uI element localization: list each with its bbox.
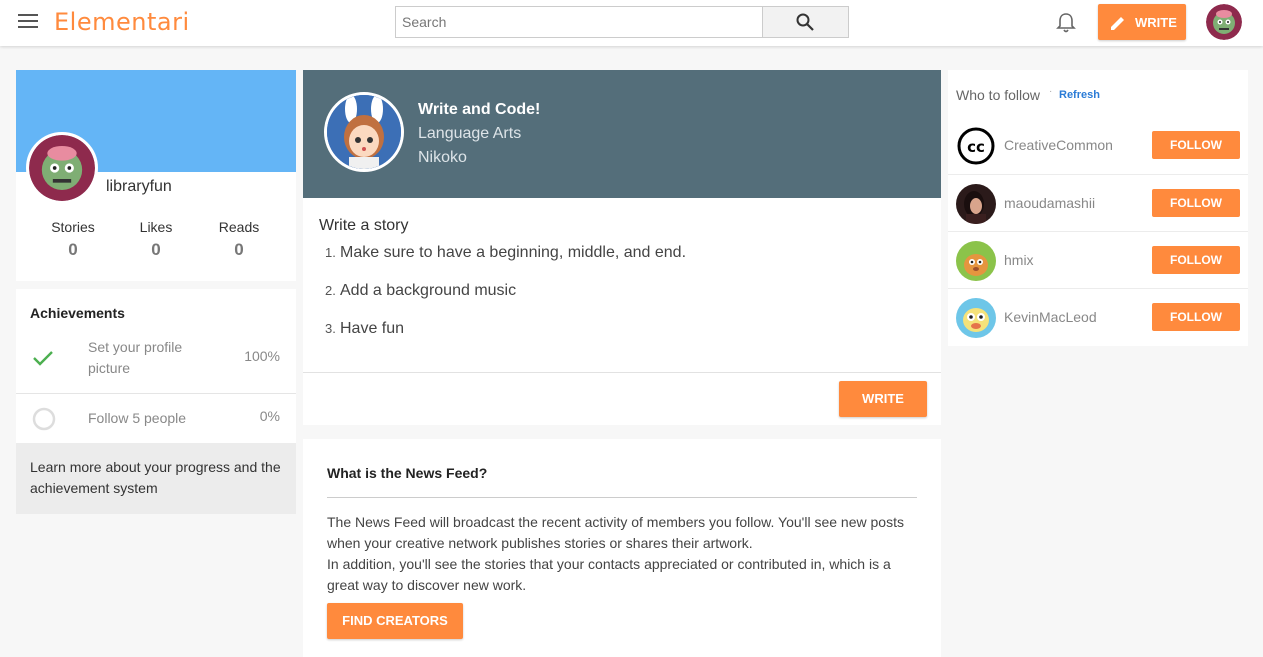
- follow-button[interactable]: FOLLOW: [1152, 246, 1240, 274]
- stat-likes: Likes 0: [116, 219, 196, 260]
- stat-label: Likes: [139, 219, 173, 235]
- user-avatar[interactable]: [956, 184, 996, 224]
- suggested-user-name[interactable]: hmix: [1004, 252, 1034, 268]
- pencil-icon: [1111, 17, 1124, 30]
- cartoon-duck-icon: [956, 298, 996, 338]
- user-avatar[interactable]: [956, 298, 996, 338]
- achievement-percent: 0%: [259, 408, 280, 424]
- checkmark-icon: [33, 351, 53, 366]
- news-feed-info-card: What is the News Feed? The News Feed wil…: [303, 439, 941, 657]
- user-avatar[interactable]: [956, 241, 996, 281]
- profile-avatar[interactable]: [26, 132, 98, 204]
- step-text: Have fun: [340, 320, 405, 337]
- who-to-follow-card: Who to follow · Refresh cc CreativeCommo…: [948, 70, 1248, 346]
- stat-label: Stories: [51, 219, 95, 235]
- creative-commons-icon: cc: [957, 127, 995, 165]
- zombie-avatar-icon: [29, 135, 95, 201]
- divider: [16, 393, 296, 394]
- stat-label: Reads: [218, 219, 260, 235]
- news-feed-description: The News Feed will broadcast the recent …: [327, 512, 917, 596]
- news-feed-paragraph: In addition, you'll see the stories that…: [327, 556, 891, 593]
- separator-dot: ·: [1049, 86, 1053, 97]
- app-logo[interactable]: Elementari: [54, 8, 190, 36]
- follow-suggestion: cc CreativeCommon FOLLOW: [948, 117, 1248, 174]
- profile-card: libraryfun Stories 0 Likes 0 Reads 0: [16, 70, 296, 281]
- follow-suggestion: maoudamashii FOLLOW: [948, 174, 1248, 231]
- user-avatar[interactable]: cc: [956, 126, 996, 166]
- search-icon: [796, 13, 814, 31]
- cartoon-animal-icon: [956, 241, 996, 281]
- write-button-label: WRITE: [1135, 15, 1177, 30]
- achievements-learn-more[interactable]: Learn more about your progress and the a…: [16, 443, 296, 514]
- prompt-header: Write and Code! Language Arts Nikoko: [303, 70, 941, 198]
- achievement-label: Set your profile picture: [88, 339, 183, 376]
- step-text: Add a background music: [340, 282, 517, 299]
- prompt-write-button[interactable]: WRITE: [839, 381, 927, 417]
- follow-button[interactable]: FOLLOW: [1152, 131, 1240, 159]
- news-feed-paragraph: The News Feed will broadcast the recent …: [327, 514, 904, 551]
- achievement-percent: 100%: [244, 348, 280, 364]
- stat-value: 0: [151, 240, 161, 259]
- prompt-author-avatar[interactable]: [324, 92, 404, 172]
- empty-circle-icon: [32, 407, 56, 431]
- achievements-title: Achievements: [30, 305, 125, 321]
- search-input[interactable]: [396, 7, 762, 37]
- who-to-follow-title: Who to follow: [956, 87, 1041, 103]
- user-avatar[interactable]: [1206, 4, 1242, 40]
- refresh-link[interactable]: Refresh: [1059, 89, 1100, 101]
- zombie-avatar-icon: [1206, 4, 1242, 40]
- stat-value: 0: [234, 240, 244, 259]
- prompt-title[interactable]: Write and Code!: [418, 101, 540, 119]
- suggested-user-name[interactable]: CreativeCommon: [1004, 137, 1113, 153]
- follow-suggestion: hmix FOLLOW: [948, 231, 1248, 288]
- prompt-author[interactable]: Nikoko: [418, 149, 467, 167]
- prompt-steps: 1. Make sure to have a beginning, middle,…: [325, 244, 686, 358]
- divider: [327, 497, 917, 498]
- bell-icon: [1056, 13, 1076, 33]
- follow-button[interactable]: FOLLOW: [1152, 189, 1240, 217]
- search-button[interactable]: [762, 7, 848, 37]
- stat-value: 0: [68, 240, 78, 259]
- top-navbar: Elementari WRITE: [0, 0, 1263, 46]
- stat-stories: Stories 0: [33, 219, 113, 260]
- write-button[interactable]: WRITE: [1098, 4, 1186, 40]
- find-creators-button[interactable]: FIND CREATORS: [327, 603, 463, 639]
- achievements-card: Achievements Set your profile picture 10…: [16, 289, 296, 514]
- suggested-user-name[interactable]: KevinMacLeod: [1004, 309, 1097, 325]
- writing-prompt-card: Write and Code! Language Arts Nikoko Wri…: [303, 70, 941, 425]
- step-text: Make sure to have a beginning, middle, a…: [340, 244, 687, 261]
- follow-suggestion: KevinMacLeod FOLLOW: [948, 288, 1248, 345]
- list-item: 1. Make sure to have a beginning, middle,…: [325, 244, 687, 261]
- stat-reads: Reads 0: [199, 219, 279, 260]
- search-bar: [395, 6, 849, 38]
- prompt-body-title: Write a story: [319, 217, 409, 234]
- person-photo-icon: [956, 184, 996, 224]
- profile-username[interactable]: libraryfun: [106, 178, 172, 196]
- news-feed-title: What is the News Feed?: [327, 465, 488, 481]
- divider: [303, 372, 941, 373]
- notifications-button[interactable]: [1056, 12, 1076, 39]
- achievement-label: Follow 5 people: [88, 410, 187, 426]
- menu-icon[interactable]: [18, 14, 38, 30]
- svg-text:cc: cc: [967, 138, 985, 156]
- list-item: 3. Have fun: [325, 320, 405, 337]
- prompt-subject: Language Arts: [418, 125, 522, 142]
- follow-button[interactable]: FOLLOW: [1152, 303, 1240, 331]
- bunny-girl-avatar-icon: [327, 95, 401, 169]
- list-item: 2. Add a background music: [325, 282, 517, 299]
- suggested-user-name[interactable]: maoudamashii: [1004, 195, 1095, 211]
